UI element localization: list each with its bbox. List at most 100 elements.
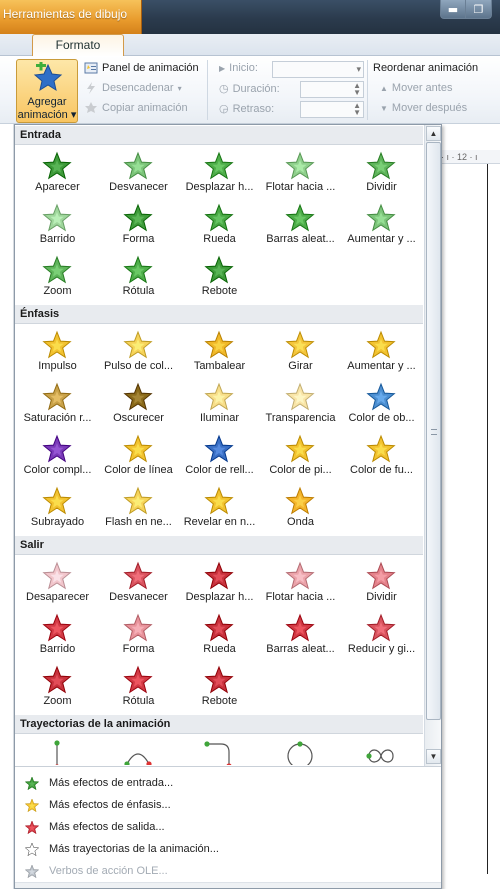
gallery-item[interactable]: Rebote: [179, 251, 260, 303]
gallery-item-label: Rueda: [203, 643, 236, 655]
gallery-item[interactable]: Rótula: [98, 251, 179, 303]
gallery-item[interactable]: Tambalear: [179, 326, 260, 378]
gallery-item[interactable]: Desaparecer: [17, 557, 98, 609]
gallery-item[interactable]: Transparencia: [260, 378, 341, 430]
menu-item[interactable]: Más efectos de entrada...: [15, 773, 441, 793]
ribbon-separator: [367, 60, 368, 120]
start-label-text: Inicio:: [229, 62, 258, 74]
gallery-item[interactable]: Saturación r...: [17, 378, 98, 430]
gallery-item[interactable]: Oscurecer: [98, 378, 179, 430]
gallery-item[interactable]: Barrido: [17, 609, 98, 661]
gallery-item-icon: [365, 613, 397, 643]
gallery-item[interactable]: Desplazar h...: [179, 557, 260, 609]
trigger-icon: [87, 82, 95, 94]
gallery-item[interactable]: Formas: [260, 736, 341, 765]
gallery-item[interactable]: Revelar en n...: [179, 482, 260, 534]
gallery-scrollbar[interactable]: ▲ ▼: [424, 125, 441, 766]
star-bounce-icon: [204, 255, 234, 284]
gallery-item[interactable]: Aumentar y ...: [341, 326, 422, 378]
add-animation-button[interactable]: Agregar animación ▾: [16, 59, 78, 123]
duration-label: ◷ Duración:: [219, 82, 280, 96]
gallery-item[interactable]: Subrayado: [17, 482, 98, 534]
gallery-item-icon: [203, 255, 235, 285]
gallery-item[interactable]: Barrido: [17, 199, 98, 251]
gallery-item[interactable]: Zoom: [17, 661, 98, 713]
menu-item[interactable]: Más efectos de salida...: [15, 817, 441, 837]
gallery-item-icon: [122, 151, 154, 181]
gallery-item[interactable]: Flash en ne...: [98, 482, 179, 534]
gallery-item[interactable]: Rebote: [179, 661, 260, 713]
move-later-button[interactable]: ▼ Mover después: [380, 102, 467, 114]
gallery-item[interactable]: Impulso: [17, 326, 98, 378]
gallery-item[interactable]: Bucles: [341, 736, 422, 765]
gallery-item-icon: [203, 665, 235, 695]
scroll-up-button[interactable]: ▲: [426, 126, 441, 141]
gallery-item[interactable]: Color de ob...: [341, 378, 422, 430]
minimize-button[interactable]: ▬: [440, 0, 466, 19]
gallery-item[interactable]: Rueda: [179, 609, 260, 661]
tab-formato[interactable]: Formato: [32, 34, 124, 57]
gallery-item[interactable]: Girar: [260, 326, 341, 378]
menu-item-label: Más efectos de entrada...: [49, 777, 174, 789]
gallery-resize-bar[interactable]: [15, 882, 441, 888]
gallery-item[interactable]: Rueda: [179, 199, 260, 251]
star-float-out-icon: [285, 561, 315, 590]
gallery-item-label: Desaparecer: [26, 591, 89, 603]
star-transparency-icon: [285, 382, 315, 411]
gallery-item[interactable]: Giros: [179, 736, 260, 765]
gallery-item[interactable]: Aumentar y ...: [341, 199, 422, 251]
star-desaturate-icon: [42, 382, 72, 411]
gallery-item[interactable]: Color de fu...: [341, 430, 422, 482]
scroll-thumb[interactable]: [426, 142, 441, 720]
ribbon: Agregar animación ▾ Panel de animación D…: [0, 56, 500, 124]
gallery-item[interactable]: Aparecer: [17, 147, 98, 199]
animation-painter-button[interactable]: Copiar animación: [84, 101, 188, 115]
trigger-button[interactable]: Desencadenar ▾: [84, 81, 182, 95]
menu-item[interactable]: Más trayectorias de la animación...: [15, 839, 441, 859]
gallery-item[interactable]: Forma: [98, 609, 179, 661]
star-grow-turn-icon: [366, 203, 396, 232]
clock-icon: ◷: [219, 83, 229, 95]
gallery-item-label: Subrayado: [30, 516, 85, 528]
gallery-item[interactable]: Flotar hacia ...: [260, 147, 341, 199]
gallery-item[interactable]: Reducir y gi...: [341, 609, 422, 661]
star-wave-icon: [285, 486, 315, 515]
minimize-icon: ▬: [447, 2, 459, 16]
gallery-item[interactable]: Forma: [98, 199, 179, 251]
gallery-item[interactable]: Dividir: [341, 557, 422, 609]
maximize-button[interactable]: ❐: [466, 0, 492, 19]
gallery-item-label: Rebote: [201, 285, 238, 297]
gallery-item[interactable]: Líneas: [17, 736, 98, 765]
gallery-item[interactable]: Desvanecer: [98, 557, 179, 609]
gallery-item[interactable]: Iluminar: [179, 378, 260, 430]
add-animation-star-icon: [33, 62, 63, 92]
gallery-item[interactable]: Color de pi...: [260, 430, 341, 482]
gallery-item-icon: [41, 151, 73, 181]
gallery-item[interactable]: Desplazar h...: [179, 147, 260, 199]
gallery-item[interactable]: Zoom: [17, 251, 98, 303]
gallery-item[interactable]: Rótula: [98, 661, 179, 713]
animation-pane-button[interactable]: Panel de animación: [84, 61, 199, 75]
delay-stepper[interactable]: ▲ ▼: [300, 101, 364, 118]
gallery-item-label: Color de línea: [104, 464, 173, 476]
gallery-item-label: Aumentar y ...: [347, 233, 416, 245]
ribbon-tab-row: Formato: [0, 34, 500, 57]
gallery-item[interactable]: Onda: [260, 482, 341, 534]
gallery-item[interactable]: Barras aleat...: [260, 199, 341, 251]
gallery-item[interactable]: Color de línea: [98, 430, 179, 482]
scroll-down-button[interactable]: ▼: [426, 749, 441, 764]
gallery-item[interactable]: Color compl...: [17, 430, 98, 482]
gallery-item[interactable]: Flotar hacia ...: [260, 557, 341, 609]
gallery-item[interactable]: Dividir: [341, 147, 422, 199]
start-select[interactable]: ▾: [272, 61, 364, 78]
menu-item[interactable]: Más efectos de énfasis...: [15, 795, 441, 815]
gallery-item[interactable]: Pulso de col...: [98, 326, 179, 378]
gallery-item[interactable]: Barras aleat...: [260, 609, 341, 661]
menu-item[interactable]: Verbos de acción OLE...: [15, 861, 441, 881]
gallery-item[interactable]: Desvanecer: [98, 147, 179, 199]
gallery-item[interactable]: Color de rell...: [179, 430, 260, 482]
gallery-item[interactable]: Arcos: [98, 736, 179, 765]
duration-stepper[interactable]: ▲ ▼: [300, 81, 364, 98]
move-earlier-button[interactable]: ▲ Mover antes: [380, 82, 452, 94]
star-random-bars-icon: [285, 203, 315, 232]
